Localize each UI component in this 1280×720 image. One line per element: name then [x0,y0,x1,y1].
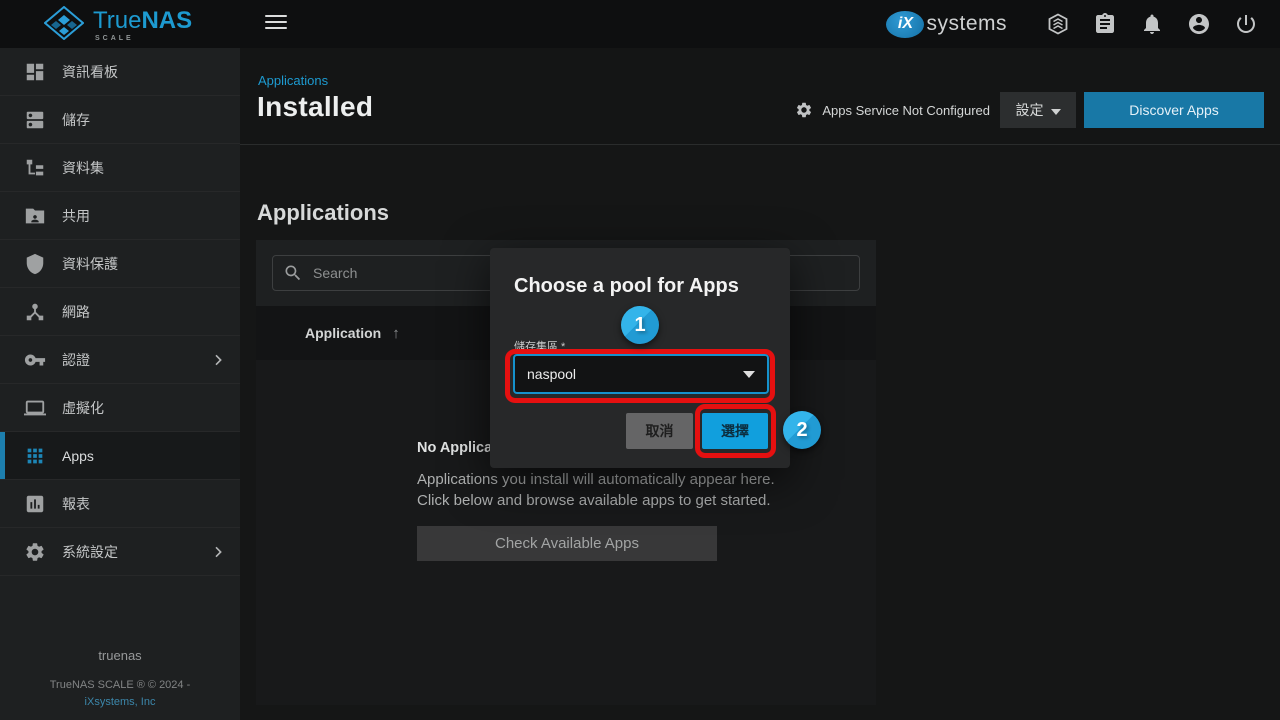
settings-button[interactable]: 設定 [1000,92,1076,128]
sidebar-item-reports[interactable]: 報表 [0,480,240,528]
notifications-icon[interactable] [1140,12,1164,36]
ix-name: systems [926,12,1007,36]
credentials-icon [24,349,46,371]
account-icon[interactable] [1187,12,1211,36]
sidebar-item-label: 儲存 [62,110,90,130]
sidebar-item-network[interactable]: 網路 [0,288,240,336]
header-actions: Apps Service Not Configured 設定 Discover … [795,92,1264,128]
storage-icon [24,109,46,131]
choose-pool-dialog: Choose a pool for Apps 儲存集區 * naspool 取消… [490,248,790,468]
choose-button[interactable]: 選擇 [702,413,768,449]
page-header: Applications Installed Apps Service Not … [240,48,1280,145]
system-settings-icon [24,541,46,563]
sidebar-item-system-settings[interactable]: 系統設定 [0,528,240,576]
chevron-right-icon [210,352,226,368]
dialog-title: Choose a pool for Apps [514,275,739,298]
apps-service-status: Apps Service Not Configured [822,103,990,118]
pool-select[interactable]: naspool [513,354,769,394]
pool-select-value: naspool [527,366,576,382]
sort-asc-icon: ↑ [392,325,400,342]
page-title: Installed [257,91,373,123]
breadcrumb[interactable]: Applications [258,73,328,88]
empty-state-line: Applications you install will automatica… [417,469,727,490]
sidebar-item-storage[interactable]: 儲存 [0,96,240,144]
sidebar-item-label: 認證 [62,350,90,370]
menu-toggle-icon[interactable] [265,15,287,29]
brand-name-bold: NAS [141,7,192,34]
truecommand-icon[interactable] [1046,12,1070,36]
data-protection-icon [24,253,46,275]
sidebar-item-datasets[interactable]: 資料集 [0,144,240,192]
dashboard-icon [24,61,46,83]
dialog-actions: 取消 選擇 [626,413,768,449]
column-header-label: Application [305,325,381,341]
sidebar-item-data-protection[interactable]: 資料保護 [0,240,240,288]
datasets-icon [24,157,46,179]
dropdown-caret-icon [743,371,755,378]
shares-icon [24,205,46,227]
ixsystems-link[interactable]: iXsystems, Inc [0,696,240,708]
empty-state-line: Click below and browse available apps to… [417,490,727,511]
dropdown-caret-icon [1051,109,1061,115]
brand-text: TrueNAS SCALE [93,9,192,42]
pool-field-label: 儲存集區 * [514,338,565,354]
sidebar-item-label: 網路 [62,302,90,322]
sidebar-footer: truenas TrueNAS SCALE ® © 2024 - iXsyste… [0,648,240,708]
sidebar: 資訊看板 儲存 資料集 共用 資料保護 [0,48,240,720]
power-icon[interactable] [1234,12,1258,36]
sidebar-item-label: 報表 [62,494,90,514]
sidebar-item-apps[interactable]: Apps [0,432,240,480]
sidebar-item-shares[interactable]: 共用 [0,192,240,240]
cancel-button[interactable]: 取消 [626,413,693,449]
search-icon [283,263,303,283]
apps-service-gear-icon [795,101,813,119]
sidebar-item-label: 虛擬化 [62,398,104,418]
sidebar-item-label: 資訊看板 [62,62,118,82]
sidebar-item-label: 資料集 [62,158,104,178]
virtualization-icon [24,397,46,419]
sidebar-item-virtualization[interactable]: 虛擬化 [0,384,240,432]
reports-icon [24,493,46,515]
sidebar-item-label: Apps [62,448,94,464]
sidebar-item-label: 資料保護 [62,254,118,274]
sidebar-item-label: 系統設定 [62,542,118,562]
apps-icon [24,445,46,467]
network-icon [24,301,46,323]
discover-apps-button[interactable]: Discover Apps [1084,92,1264,128]
chevron-right-icon [210,544,226,560]
sidebar-item-dashboard[interactable]: 資訊看板 [0,48,240,96]
settings-button-label: 設定 [1016,100,1044,120]
check-available-apps-button[interactable]: Check Available Apps [417,526,717,561]
brand-sub: SCALE [93,35,192,42]
copyright-text: TrueNAS SCALE ® © 2024 - [0,679,240,691]
ix-badge: iX [886,11,924,38]
section-title: Applications [257,200,389,226]
truenas-logo-icon [44,6,84,45]
brand-name-regular: True [93,7,141,34]
ixsystems-logo: iX systems [886,11,1007,38]
topbar-actions: iX systems [886,0,1258,48]
sidebar-item-label: 共用 [62,206,90,226]
topbar: TrueNAS SCALE iX systems [0,0,1280,48]
jobs-icon[interactable] [1093,12,1117,36]
truenas-page: TrueNAS SCALE iX systems [0,0,1280,720]
sidebar-item-credentials[interactable]: 認證 [0,336,240,384]
hostname: truenas [0,648,240,663]
truenas-logo[interactable]: TrueNAS SCALE [44,6,192,45]
